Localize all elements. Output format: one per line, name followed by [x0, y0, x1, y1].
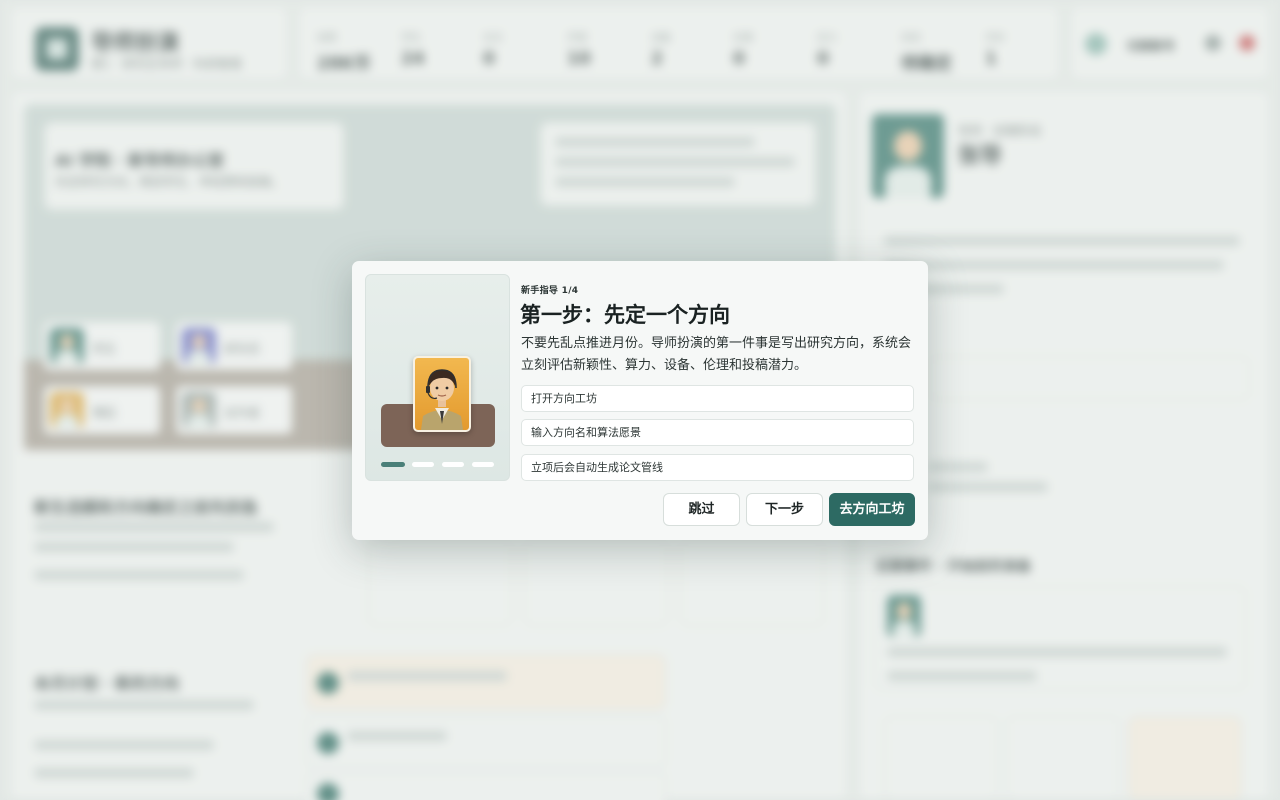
advisor-portrait-svg — [421, 369, 463, 430]
dialog-title: 第一步：先定一个方向 — [520, 303, 730, 327]
skip-button[interactable]: 跳过 — [663, 493, 740, 526]
advisor-portrait-icon — [413, 356, 471, 432]
step-indicator — [381, 462, 501, 468]
go-to-workshop-button[interactable]: 去方向工坊 — [829, 493, 915, 526]
task-item: 立项后会自动生成论文管线 — [521, 454, 914, 481]
step-dot-active — [381, 462, 405, 467]
dialog-description: 不要先乱点推进月份。导师扮演的第一件事是写出研究方向，系统会立刻评估新颖性、算力… — [521, 336, 912, 373]
step-counter: 新手指导 1/4 — [521, 286, 579, 296]
step-dot — [412, 462, 434, 467]
step-dot — [472, 462, 494, 467]
tutorial-illustration — [365, 274, 510, 481]
task-item: 打开方向工坊 — [521, 385, 914, 412]
task-item: 输入方向名和算法愿景 — [521, 419, 914, 446]
next-button[interactable]: 下一步 — [746, 493, 823, 526]
step-dot — [442, 462, 464, 467]
onboarding-dialog: 新手指导 1/4 第一步：先定一个方向 不要先乱点推进月份。导师扮演的第一件事是… — [352, 261, 928, 540]
